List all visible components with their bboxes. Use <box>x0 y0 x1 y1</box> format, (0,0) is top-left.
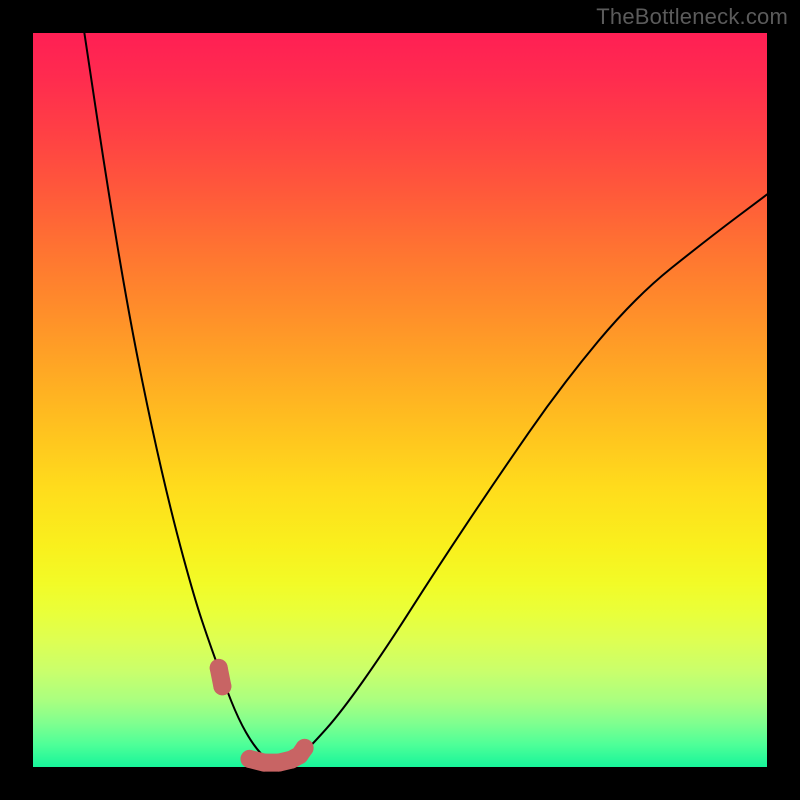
curve-marker <box>210 659 228 677</box>
chart-plot-area <box>33 33 767 767</box>
watermark-text: TheBottleneck.com <box>596 4 788 30</box>
curve-marker <box>296 739 314 757</box>
bottleneck-curve <box>84 33 767 764</box>
curve-marker <box>213 677 231 695</box>
chart-svg <box>33 33 767 767</box>
marker-group <box>210 659 314 772</box>
